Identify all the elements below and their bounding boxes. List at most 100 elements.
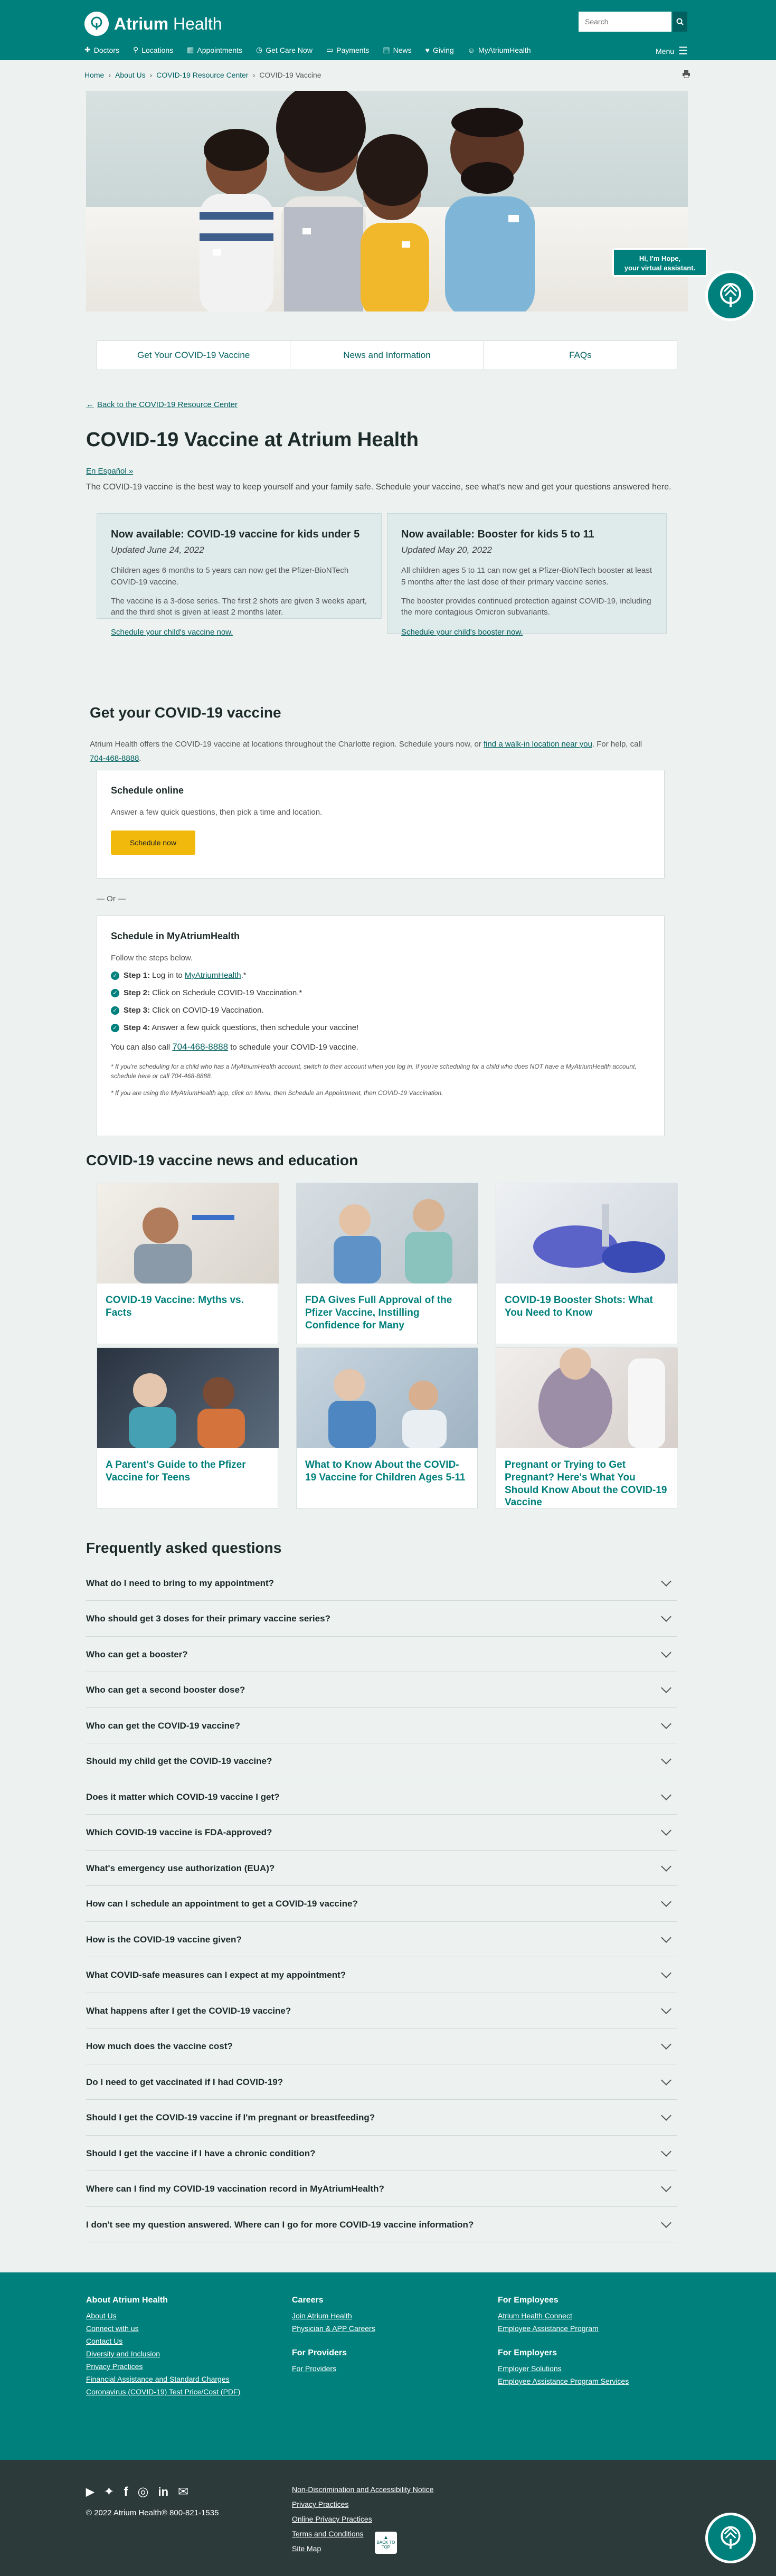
back-to-top-button[interactable]: ▲ BACK TO TOP: [375, 2532, 397, 2554]
news-card[interactable]: COVID-19 Booster Shots: What You Need to…: [496, 1183, 678, 1344]
print-icon[interactable]: [682, 70, 690, 81]
search-input[interactable]: [579, 12, 671, 32]
breadcrumb-resource-center[interactable]: COVID-19 Resource Center: [156, 71, 248, 79]
faq-item[interactable]: Do I need to get vaccinated if I had COV…: [86, 2065, 677, 2100]
faq-item[interactable]: Who can get a second booster dose?: [86, 1673, 677, 1708]
faq-item[interactable]: Should my child get the COVID-19 vaccine…: [86, 1744, 677, 1779]
faq-item[interactable]: Who can get a booster?: [86, 1637, 677, 1672]
check-circle-icon: ✓: [111, 1006, 119, 1015]
footer-link[interactable]: Contact Us: [86, 2337, 240, 2345]
also-call-phone-link[interactable]: 704-468-8888: [172, 1042, 228, 1052]
footer-link[interactable]: Financial Assistance and Standard Charge…: [86, 2375, 240, 2383]
faq-item[interactable]: How much does the vaccine cost?: [86, 2030, 677, 2064]
faq-item[interactable]: How can I schedule an appointment to get…: [86, 1887, 677, 1922]
nav-payments[interactable]: ▭ Payments: [326, 45, 369, 54]
faq-item[interactable]: How is the COVID-19 vaccine given?: [86, 1922, 677, 1957]
legal-links: Non-Discrimination and Accessibility Not…: [292, 2482, 433, 2556]
faq-question: How much does the vaccine cost?: [86, 2041, 233, 2051]
walk-in-link[interactable]: find a walk-in location near you: [484, 740, 592, 749]
virtual-assistant-icon[interactable]: [705, 270, 756, 321]
faq-item[interactable]: What do I need to bring to my appointmen…: [86, 1566, 677, 1601]
espanol-link[interactable]: En Español »: [86, 467, 133, 476]
card-link[interactable]: Schedule your child's booster now.: [401, 628, 652, 637]
nav-myatriumhealth[interactable]: ☺ MyAtriumHealth: [468, 45, 531, 54]
instagram-icon[interactable]: ◎: [138, 2484, 149, 2499]
news-card[interactable]: COVID-19 Vaccine: Myths vs. Facts: [97, 1183, 279, 1344]
myatriumhealth-link[interactable]: MyAtriumHealth: [185, 971, 241, 980]
footer-link[interactable]: Privacy Practices: [86, 2362, 240, 2371]
faq-question: What COVID-safe measures can I expect at…: [86, 1970, 346, 1980]
footer-link[interactable]: Diversity and Inclusion: [86, 2349, 240, 2358]
footer-links: About Atrium Health About Us Connect wit…: [0, 2272, 776, 2460]
tab-news[interactable]: News and Information: [290, 341, 484, 370]
search-button[interactable]: [673, 12, 687, 32]
faq-item[interactable]: Who can get the COVID-19 vaccine?: [86, 1709, 677, 1743]
nav-appointments[interactable]: ▦ Appointments: [187, 45, 242, 54]
faq-item[interactable]: Should I get the vaccine if I have a chr…: [86, 2136, 677, 2171]
chevron-down-icon: [661, 2217, 671, 2228]
news-card[interactable]: Pregnant or Trying to Get Pregnant? Here…: [496, 1347, 678, 1509]
footer-link[interactable]: Coronavirus (COVID-19) Test Price/Cost (…: [86, 2388, 240, 2396]
nav-get-care-now[interactable]: ◷ Get Care Now: [256, 45, 313, 54]
news-title: COVID-19 Booster Shots: What You Need to…: [505, 1295, 653, 1318]
footer-link[interactable]: About Us: [86, 2311, 240, 2320]
nav-locations[interactable]: ⚲ Locations: [133, 45, 173, 54]
email-icon[interactable]: ✉: [178, 2484, 188, 2499]
faq-item[interactable]: Where can I find my COVID-19 vaccination…: [86, 2172, 677, 2207]
breadcrumb-home[interactable]: Home: [84, 71, 104, 79]
nav-doctors[interactable]: ✚ Doctors: [84, 45, 119, 54]
faq-item[interactable]: What COVID-safe measures can I expect at…: [86, 1958, 677, 1993]
nav-news[interactable]: ▤ News: [383, 45, 411, 54]
news-card[interactable]: FDA Gives Full Approval of the Pfizer Va…: [296, 1183, 478, 1344]
get-vaccine-text-a: Atrium Health offers the COVID-19 vaccin…: [90, 740, 484, 749]
footer-link[interactable]: Physician & APP Careers: [292, 2324, 375, 2333]
schedule-myatriumhealth-box: Schedule in MyAtriumHealth Follow the st…: [97, 916, 665, 1136]
schedule-online-box: Schedule online Answer a few quick quest…: [97, 770, 665, 879]
twitter-icon[interactable]: ✦: [103, 2484, 114, 2499]
footer-link[interactable]: Connect with us: [86, 2324, 240, 2333]
news-card[interactable]: A Parent's Guide to the Pfizer Vaccine f…: [97, 1347, 279, 1509]
legal-link[interactable]: Privacy Practices: [292, 2497, 433, 2512]
youtube-icon[interactable]: ▶: [86, 2485, 94, 2498]
linkedin-icon[interactable]: in: [158, 2485, 168, 2499]
footer-link[interactable]: Atrium Health Connect: [498, 2311, 629, 2320]
family-photo: [200, 91, 535, 312]
legal-link[interactable]: Site Map: [292, 2541, 433, 2556]
menu-button[interactable]: Menu ☰: [656, 44, 688, 58]
doctor-icon: ✚: [84, 45, 91, 54]
section-tabs: Get Your COVID-19 Vaccine News and Infor…: [97, 341, 677, 370]
footer-link[interactable]: Join Atrium Health: [292, 2311, 375, 2320]
or-divider: — Or —: [97, 894, 126, 903]
legal-link[interactable]: Non-Discrimination and Accessibility Not…: [292, 2482, 433, 2497]
faq-item[interactable]: Does it matter which COVID-19 vaccine I …: [86, 1780, 677, 1815]
legal-link[interactable]: Online Privacy Practices: [292, 2512, 433, 2526]
footer-link[interactable]: Employer Solutions: [498, 2364, 629, 2373]
card-text: Children ages 6 months to 5 years can no…: [111, 566, 349, 587]
faq-item[interactable]: Which COVID-19 vaccine is FDA-approved?: [86, 1816, 677, 1851]
help-phone-link[interactable]: 704-468-8888: [90, 754, 139, 763]
facebook-icon[interactable]: f: [124, 2485, 128, 2499]
news-card[interactable]: What to Know About the COVID-19 Vaccine …: [296, 1347, 478, 1509]
chevron-down-icon: [661, 1611, 671, 1622]
footer-heading: For Employers: [498, 2348, 557, 2357]
faq-item[interactable]: Should I get the COVID-19 vaccine if I'm…: [86, 2101, 677, 2136]
card-link[interactable]: Schedule your child's vaccine now.: [111, 628, 367, 637]
footer-link[interactable]: For Providers: [292, 2364, 375, 2373]
footer-link[interactable]: Employee Assistance Program: [498, 2324, 629, 2333]
nav-giving[interactable]: ♥ Giving: [425, 45, 454, 54]
tab-faqs[interactable]: FAQs: [484, 341, 677, 370]
card-title: Now available: COVID-19 vaccine for kids…: [111, 529, 360, 540]
virtual-assistant-bubble[interactable]: Hi, I'm Hope, your virtual assistant.: [612, 248, 707, 277]
virtual-assistant-icon[interactable]: [705, 2513, 756, 2563]
back-link[interactable]: ← Back to the COVID-19 Resource Center: [86, 400, 238, 409]
footer-link[interactable]: Employee Assistance Program Services: [498, 2377, 629, 2385]
faq-item[interactable]: What's emergency use authorization (EUA)…: [86, 1851, 677, 1886]
tab-get-vaccine[interactable]: Get Your COVID-19 Vaccine: [97, 341, 291, 370]
faq-item[interactable]: I don't see my question answered. Where …: [86, 2207, 677, 2242]
logo[interactable]: Atrium Health: [84, 12, 222, 36]
faq-item[interactable]: What happens after I get the COVID-19 va…: [86, 1994, 677, 2028]
breadcrumb-about-us[interactable]: About Us: [115, 71, 146, 79]
legal-link[interactable]: Terms and Conditions: [292, 2526, 433, 2541]
schedule-now-button[interactable]: Schedule now: [111, 831, 195, 855]
faq-item[interactable]: Who should get 3 doses for their primary…: [86, 1602, 677, 1637]
